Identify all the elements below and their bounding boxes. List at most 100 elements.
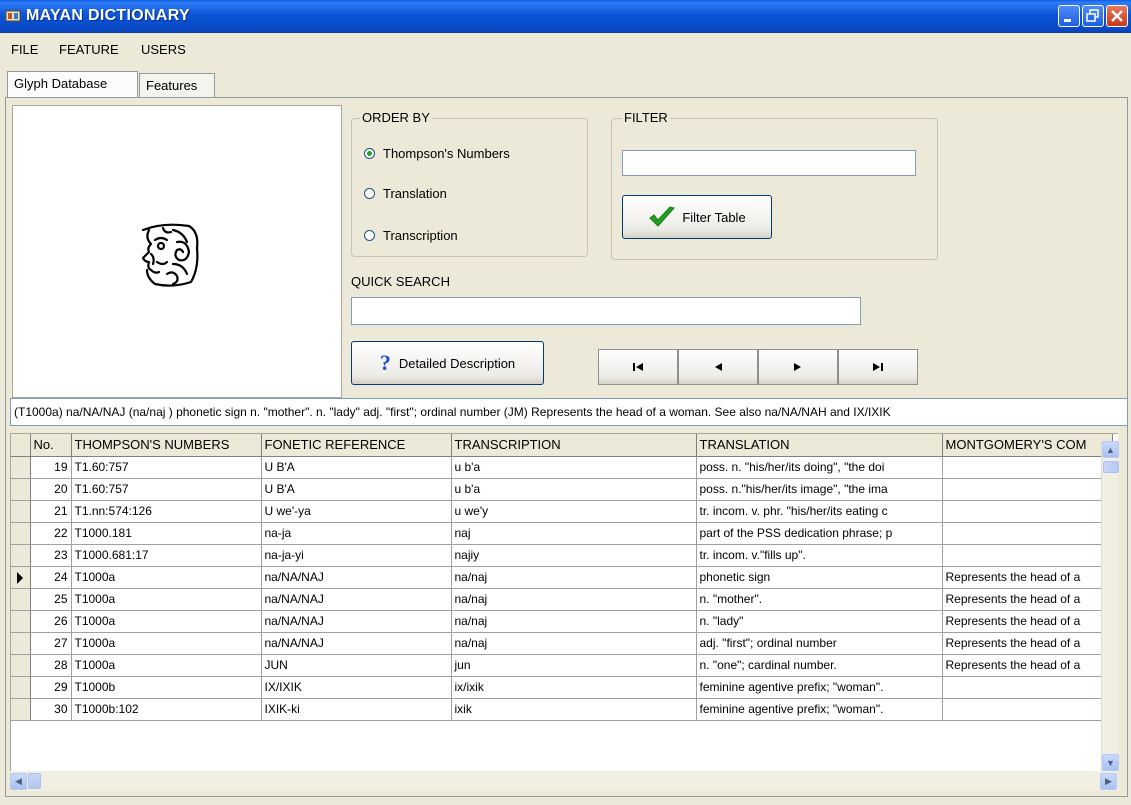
scroll-up-button[interactable]: ▲ bbox=[1102, 441, 1119, 458]
cell-no[interactable]: 29 bbox=[30, 676, 72, 699]
cell-transcription[interactable]: u we'y bbox=[451, 500, 697, 523]
table-row[interactable]: 22 T1000.181 na-ja naj part of the PSS dedic… bbox=[11, 522, 1113, 545]
header-thompsons-numbers[interactable]: THOMPSON'S NUMBERS bbox=[71, 434, 262, 457]
cell-thompson[interactable]: T1.60:757 bbox=[71, 456, 262, 479]
vertical-scroll-thumb[interactable] bbox=[1103, 461, 1119, 473]
header-montgomerys-com[interactable]: MONTGOMERY'S COM bbox=[942, 434, 1113, 457]
cell-fonetic[interactable]: IX/IXIK bbox=[261, 676, 452, 699]
cell-no[interactable]: 21 bbox=[30, 500, 72, 523]
cell-transcription[interactable]: u b'a bbox=[451, 456, 697, 479]
detailed-description-button[interactable]: ? Detailed Description bbox=[351, 341, 544, 385]
cell-fonetic[interactable]: na/NA/NAJ bbox=[261, 588, 452, 611]
cell-fonetic[interactable]: IXIK-ki bbox=[261, 698, 452, 721]
cell-translation[interactable]: feminine agentive prefix; "woman". bbox=[696, 676, 943, 699]
table-row[interactable]: 19 T1.60:757 U B'A u b'a poss. n. "his/her/i… bbox=[11, 456, 1113, 479]
cell-fonetic[interactable]: na/NA/NAJ bbox=[261, 566, 452, 589]
menu-feature[interactable]: FEATURE bbox=[59, 42, 119, 57]
cell-transcription[interactable]: u b'a bbox=[451, 478, 697, 501]
row-indicator[interactable] bbox=[11, 500, 31, 523]
table-row[interactable]: 28 T1000a JUN jun n. "one"; cardinal number.… bbox=[11, 654, 1113, 677]
cell-transcription[interactable]: ix/ixik bbox=[451, 676, 697, 699]
cell-no[interactable]: 22 bbox=[30, 522, 72, 545]
row-indicator[interactable] bbox=[11, 522, 31, 545]
cell-transcription[interactable]: na/naj bbox=[451, 566, 697, 589]
cell-thompson[interactable]: T1000a bbox=[71, 632, 262, 655]
cell-thompson[interactable]: T1000b bbox=[71, 676, 262, 699]
cell-fonetic[interactable]: na/NA/NAJ bbox=[261, 610, 452, 633]
table-row[interactable]: 25 T1000a na/NA/NAJ na/naj n. "mother". Repre… bbox=[11, 588, 1113, 611]
cell-fonetic[interactable]: JUN bbox=[261, 654, 452, 677]
radio-thompsons-numbers[interactable]: Thompson's Numbers bbox=[364, 146, 510, 161]
cell-montgomery[interactable] bbox=[942, 544, 1113, 567]
scroll-down-button[interactable]: ▼ bbox=[1102, 754, 1119, 771]
cell-no[interactable]: 26 bbox=[30, 610, 72, 633]
header-translation[interactable]: TRANSLATION bbox=[696, 434, 943, 457]
cell-translation[interactable]: phonetic sign bbox=[696, 566, 943, 589]
cell-no[interactable]: 20 bbox=[30, 478, 72, 501]
cell-montgomery[interactable]: Represents the head of a bbox=[942, 566, 1113, 589]
cell-transcription[interactable]: na/naj bbox=[451, 632, 697, 655]
cell-translation[interactable]: part of the PSS dedication phrase; p bbox=[696, 522, 943, 545]
cell-translation[interactable]: adj. "first"; ordinal number bbox=[696, 632, 943, 655]
row-indicator[interactable] bbox=[11, 610, 31, 633]
minimize-button[interactable] bbox=[1058, 5, 1080, 27]
cell-transcription[interactable]: na/naj bbox=[451, 588, 697, 611]
table-row[interactable]: 21 T1.nn:574:126 U we'-ya u we'y tr. incom. … bbox=[11, 500, 1113, 523]
cell-montgomery[interactable]: Represents the head of a bbox=[942, 610, 1113, 633]
cell-translation[interactable]: poss. n. "his/her/its doing", "the doi bbox=[696, 456, 943, 479]
row-indicator[interactable] bbox=[11, 588, 31, 611]
cell-fonetic[interactable]: U we'-ya bbox=[261, 500, 452, 523]
menu-file[interactable]: FILE bbox=[11, 42, 38, 57]
header-no[interactable]: No. bbox=[30, 434, 72, 457]
cell-translation[interactable]: tr. incom. v. phr. "his/her/its eating c bbox=[696, 500, 943, 523]
cell-translation[interactable]: tr. incom. v."fills up". bbox=[696, 544, 943, 567]
cell-translation[interactable]: feminine agentive prefix; "woman". bbox=[696, 698, 943, 721]
row-indicator[interactable] bbox=[11, 698, 31, 721]
cell-montgomery[interactable]: Represents the head of a bbox=[942, 632, 1113, 655]
row-indicator[interactable] bbox=[11, 566, 31, 589]
table-row[interactable]: 29 T1000b IX/IXIK ix/ixik feminine agentive … bbox=[11, 676, 1113, 699]
cell-transcription[interactable]: ixik bbox=[451, 698, 697, 721]
cell-thompson[interactable]: T1.60:757 bbox=[71, 478, 262, 501]
menu-users[interactable]: USERS bbox=[141, 42, 186, 57]
horizontal-scroll-thumb[interactable] bbox=[28, 773, 41, 789]
cell-fonetic[interactable]: na-ja bbox=[261, 522, 452, 545]
cell-fonetic[interactable]: U B'A bbox=[261, 478, 452, 501]
cell-montgomery[interactable] bbox=[942, 478, 1113, 501]
cell-translation[interactable]: n. "lady" bbox=[696, 610, 943, 633]
previous-record-button[interactable] bbox=[678, 349, 758, 385]
first-record-button[interactable] bbox=[598, 349, 678, 385]
row-indicator[interactable] bbox=[11, 478, 31, 501]
cell-thompson[interactable]: T1000a bbox=[71, 566, 262, 589]
table-row[interactable]: 30 T1000b:102 IXIK-ki ixik feminine agentive… bbox=[11, 698, 1113, 721]
row-indicator[interactable] bbox=[11, 544, 31, 567]
cell-thompson[interactable]: T1000a bbox=[71, 654, 262, 677]
cell-no[interactable]: 30 bbox=[30, 698, 72, 721]
radio-translation[interactable]: Translation bbox=[364, 186, 447, 201]
next-record-button[interactable] bbox=[758, 349, 838, 385]
cell-transcription[interactable]: jun bbox=[451, 654, 697, 677]
vertical-scrollbar[interactable]: ▲ ▼ bbox=[1101, 441, 1119, 771]
cell-montgomery[interactable] bbox=[942, 500, 1113, 523]
cell-montgomery[interactable] bbox=[942, 522, 1113, 545]
table-row[interactable]: 26 T1000a na/NA/NAJ na/naj n. "lady" Represen… bbox=[11, 610, 1113, 633]
cell-fonetic[interactable]: na/NA/NAJ bbox=[261, 632, 452, 655]
cell-translation[interactable]: n. "mother". bbox=[696, 588, 943, 611]
radio-transcription[interactable]: Transcription bbox=[364, 228, 458, 243]
cell-montgomery[interactable] bbox=[942, 676, 1113, 699]
cell-montgomery[interactable]: Represents the head of a bbox=[942, 588, 1113, 611]
row-indicator[interactable] bbox=[11, 654, 31, 677]
cell-transcription[interactable]: najiy bbox=[451, 544, 697, 567]
cell-no[interactable]: 23 bbox=[30, 544, 72, 567]
cell-no[interactable]: 28 bbox=[30, 654, 72, 677]
cell-translation[interactable]: n. "one"; cardinal number. bbox=[696, 654, 943, 677]
cell-fonetic[interactable]: U B'A bbox=[261, 456, 452, 479]
cell-montgomery[interactable] bbox=[942, 456, 1113, 479]
cell-fonetic[interactable]: na-ja-yi bbox=[261, 544, 452, 567]
cell-transcription[interactable]: naj bbox=[451, 522, 697, 545]
header-transcription[interactable]: TRANSCRIPTION bbox=[451, 434, 697, 457]
horizontal-scrollbar[interactable]: ◀ ▶ bbox=[10, 771, 1118, 791]
cell-translation[interactable]: poss. n."his/her/its image", "the ima bbox=[696, 478, 943, 501]
table-row[interactable]: 23 T1000.681:17 na-ja-yi najiy tr. incom. v.… bbox=[11, 544, 1113, 567]
tab-glyph-database[interactable]: Glyph Database bbox=[7, 71, 138, 97]
